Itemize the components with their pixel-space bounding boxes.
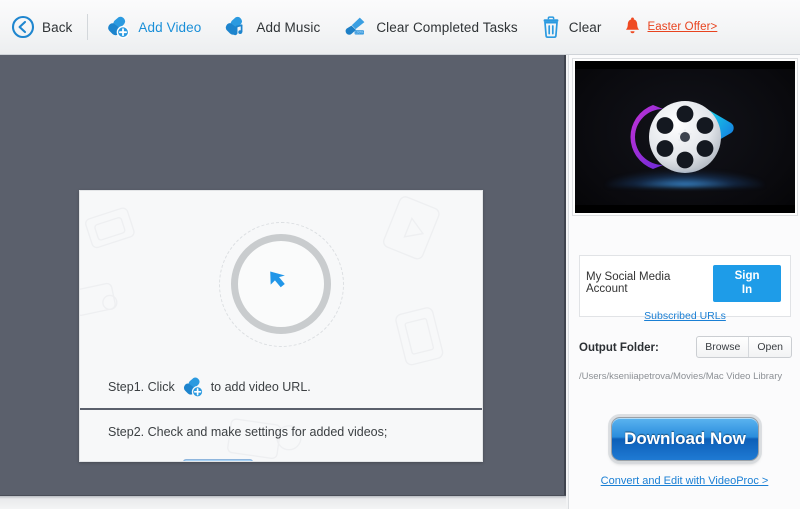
clear-button[interactable]: Clear — [529, 0, 613, 55]
add-music-label: Add Music — [256, 19, 321, 35]
video-preview-thumbnail[interactable] — [572, 58, 798, 216]
open-button[interactable]: Open — [748, 337, 791, 357]
stage-bottom-strip — [0, 495, 566, 509]
easter-offer-button[interactable]: Easter Offer> — [613, 0, 729, 55]
clear-label: Clear — [568, 19, 602, 35]
step-1-prefix: Step1. Click — [108, 380, 175, 394]
logo-glow — [605, 171, 765, 187]
easter-offer-label: Easter Offer> — [647, 21, 718, 33]
broom-icon: 100% — [342, 14, 369, 40]
browse-button[interactable]: Browse — [697, 337, 748, 357]
svg-text:100%: 100% — [355, 31, 364, 35]
subscribed-urls-link[interactable]: Subscribed URLs — [580, 310, 790, 322]
step-2-text: Step2. Check and make settings for added… — [108, 425, 388, 439]
bell-icon — [624, 17, 641, 37]
add-music-icon — [223, 14, 249, 40]
step-1-row: Step1. Click to add video URL. — [80, 366, 482, 408]
back-arrow-circle-icon — [11, 15, 35, 39]
social-media-account-box: My Social Media Account Sign In Subscrib… — [579, 255, 791, 322]
step-3-suffix: to download all video in the list. — [261, 460, 434, 461]
account-label: My Social Media Account — [586, 271, 671, 296]
right-side-panel: My Social Media Account Sign In Subscrib… — [568, 55, 800, 509]
drop-video-url-zone[interactable] — [80, 191, 482, 377]
add-video-icon — [105, 14, 131, 40]
video-list-stage[interactable]: Step1. Click to add video URL. Step2. Ch… — [0, 55, 566, 495]
cursor-arrow-icon — [264, 265, 298, 304]
inline-download-now-button: Download now — [182, 459, 253, 461]
clear-completed-tasks-button[interactable]: 100% Clear Completed Tasks — [331, 0, 528, 55]
step-1-suffix: to add video URL. — [210, 380, 311, 394]
toolbar-divider — [87, 14, 89, 40]
output-folder-label: Output Folder: — [579, 342, 659, 354]
videoproc-downloader-window: Back Add Video Add Music 100% Clear Comp… — [0, 0, 800, 509]
add-music-button[interactable]: Add Music — [212, 0, 331, 55]
steps-divider — [80, 408, 482, 410]
main-toolbar: Back Add Video Add Music 100% Clear Comp… — [0, 0, 800, 55]
instructions-card: Step1. Click to add video URL. Step2. Ch… — [79, 190, 483, 462]
download-now-label: Download Now — [624, 429, 746, 448]
step-1-add-video-icon — [181, 375, 205, 399]
step-2-row: Step2. Check and make settings for added… — [80, 416, 482, 448]
back-label: Back — [42, 19, 73, 35]
step-3-row: Step3. Click Download now to download al… — [80, 451, 482, 461]
step-3-prefix: Step3. Click — [108, 460, 175, 461]
sign-in-button[interactable]: Sign In — [713, 265, 781, 302]
back-button[interactable]: Back — [0, 0, 83, 55]
output-folder-path: /Users/kseniiapetrova/Movies/Mac Video L… — [579, 371, 783, 382]
download-now-button[interactable]: Download Now — [611, 417, 759, 461]
add-video-label: Add Video — [138, 19, 202, 35]
trash-icon — [540, 15, 562, 39]
output-folder-actions: Browse Open — [696, 336, 792, 358]
clear-completed-tasks-label: Clear Completed Tasks — [376, 19, 518, 35]
convert-and-edit-link[interactable]: Convert and Edit with VideoProc > — [569, 475, 800, 487]
drop-ring — [231, 234, 331, 334]
add-video-button[interactable]: Add Video — [94, 0, 212, 55]
videoproc-film-reel-logo — [630, 101, 734, 173]
